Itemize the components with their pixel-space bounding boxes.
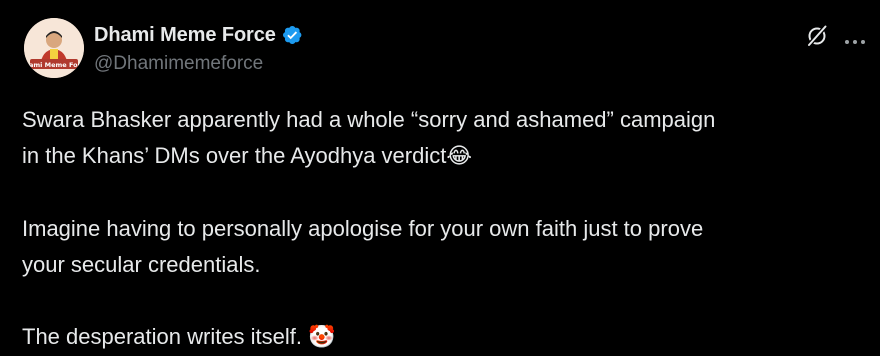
tweet-line: The desperation writes itself. 🤡 xyxy=(22,324,336,350)
name-row: Dhami Meme Force xyxy=(94,22,303,48)
more-icon[interactable] xyxy=(844,32,866,44)
handle[interactable]: @Dhamimemeforce xyxy=(94,53,303,75)
tweet: Dhami Meme Force Dhami Meme Force @Dhami… xyxy=(0,0,880,355)
display-name[interactable]: Dhami Meme Force xyxy=(94,24,276,47)
tweet-line: Imagine having to personally apologise f… xyxy=(22,216,704,241)
tears-of-joy-emoji-icon: 😂 xyxy=(446,144,473,169)
tweet-line: your secular credentials. xyxy=(22,252,261,277)
avatar-image: Dhami Meme Force xyxy=(24,18,84,78)
grok-icon[interactable] xyxy=(805,24,829,48)
author-info: Dhami Meme Force @Dhamimemeforce xyxy=(94,22,303,75)
clown-face-emoji-icon: 🤡 xyxy=(308,325,336,350)
tweet-line: in the Khans’ DMs over the Ayodhya verdi… xyxy=(22,143,473,169)
tweet-text: Swara Bhasker apparently had a whole “so… xyxy=(22,102,858,356)
avatar-text: Dhami Meme Force xyxy=(24,61,84,69)
avatar[interactable]: Dhami Meme Force xyxy=(24,18,84,78)
tweet-line: Swara Bhasker apparently had a whole “so… xyxy=(22,107,716,132)
verified-badge-icon[interactable] xyxy=(281,24,303,46)
